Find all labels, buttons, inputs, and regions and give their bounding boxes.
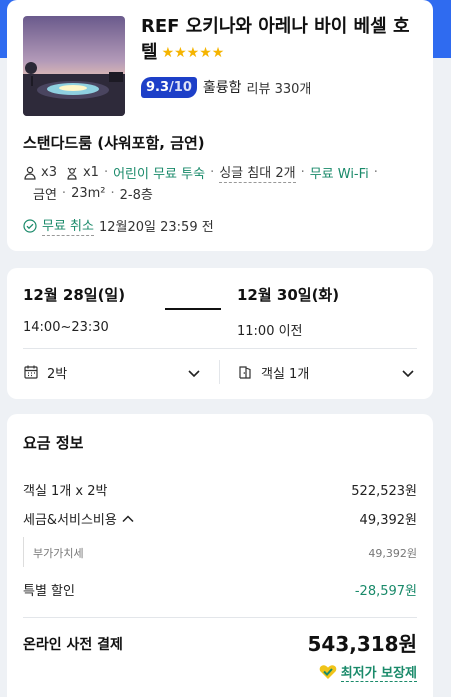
nights-chevron-down-icon[interactable]: [187, 365, 201, 379]
discount-label: 특별 할인: [23, 584, 75, 599]
check-circle-icon: [23, 218, 37, 233]
rating-row: 9.3/10 훌륭함 리뷰 330개: [141, 76, 311, 98]
room-features-line1: x3 x1 · 어린이 무료 투숙 · 싱글 침대 2개 · 무료 Wi-Fi …: [23, 162, 383, 183]
rating-grade: 훌륭함: [202, 80, 242, 96]
feature-size: 23m²: [71, 186, 106, 201]
nights-value: 2박: [47, 366, 68, 382]
room-price-label: 객실 1개 x 2박: [23, 484, 108, 499]
total-label: 온라인 사전 결제: [23, 637, 123, 653]
date-divider: [23, 348, 417, 349]
checkin-date: 12월 28일(일): [23, 286, 126, 304]
date-separator: [165, 308, 221, 310]
hotel-photo[interactable]: [23, 16, 125, 116]
room-features-line2: 금연 · 23m² · 2-8층: [33, 186, 153, 203]
rooms-chevron-down-icon[interactable]: [401, 365, 415, 379]
adult-count: x3: [41, 165, 57, 180]
discount-value: -28,597원: [354, 584, 417, 599]
checkin[interactable]: 12월 28일(일) 14:00~23:30: [23, 284, 125, 335]
price-info-card: 요금 정보 객실 1개 x 2박 522,523원 세금&서비스비용 49,39…: [7, 414, 433, 697]
feature-floors: 2-8층: [119, 188, 153, 203]
checkin-time: 14:00~23:30: [23, 320, 109, 335]
room-name: 스탠다드룸 (샤워포함, 금연): [23, 134, 205, 152]
heart-check-icon: [319, 664, 337, 680]
score-badge: 9.3/10: [141, 76, 197, 98]
room-price-row: 객실 1개 x 2박 522,523원: [23, 480, 417, 499]
feature-free-child: 어린이 무료 투숙: [113, 167, 206, 182]
stay-dates-card: 12월 28일(일) 14:00~23:30 12월 30일(화) 11:00 …: [7, 268, 433, 399]
price-divider: [23, 617, 417, 618]
total-value: 543,318원: [307, 632, 418, 656]
vat-label: 부가가치세: [33, 547, 84, 560]
free-cancel-row: 무료 취소 12월20일 23:59 전: [23, 215, 214, 236]
chevron-up-icon[interactable]: [121, 512, 135, 526]
child-icon: [65, 166, 79, 180]
calendar-icon: [23, 364, 39, 380]
score-value: 9.3: [146, 79, 170, 95]
star-rating-icon: ★★★★★: [161, 45, 225, 61]
checkout[interactable]: 12월 30일(화) 11:00 이전: [237, 284, 339, 339]
rooms-selector[interactable]: 객실 1개: [237, 360, 309, 384]
vat-row: 부가가치세 49,392원: [33, 545, 417, 561]
tax-label: 세금&서비스비용: [23, 513, 117, 528]
feature-beds[interactable]: 싱글 침대 2개: [219, 162, 296, 183]
door-icon: [237, 364, 253, 380]
nights-selector[interactable]: 2박: [23, 360, 67, 384]
feature-nonsmoking: 금연: [33, 188, 57, 203]
score-max: /10: [169, 79, 192, 95]
feature-wifi: 무료 Wi-Fi: [309, 167, 369, 182]
checkout-time: 11:00 이전: [237, 324, 303, 339]
free-cancel-link[interactable]: 무료 취소: [42, 215, 94, 236]
vat-value: 49,392원: [368, 547, 417, 560]
rooms-value: 객실 1개: [261, 366, 310, 382]
discount-row: 특별 할인 -28,597원: [23, 580, 417, 599]
tax-detail-line: [23, 537, 24, 567]
cancel-deadline: 12월20일 23:59 전: [98, 220, 214, 235]
room-price-value: 522,523원: [351, 484, 417, 499]
price-guarantee-link[interactable]: 최저가 보장제: [319, 662, 417, 682]
tax-row[interactable]: 세금&서비스비용 49,392원: [23, 509, 417, 528]
tax-value: 49,392원: [359, 513, 417, 528]
guarantee-label: 최저가 보장제: [340, 662, 417, 682]
child-count: x1: [82, 165, 99, 180]
adult-icon: [23, 166, 37, 180]
checkout-date: 12월 30일(화): [237, 286, 340, 304]
review-count[interactable]: 리뷰 330개: [247, 78, 312, 97]
hotel-summary-card: REF 오키나와 아레나 바이 베셀 호텔 ★★★★★ 9.3/10 훌륭함 리뷰…: [7, 0, 433, 251]
price-title: 요금 정보: [23, 434, 84, 452]
selector-divider: [219, 360, 220, 384]
hotel-name[interactable]: REF 오키나와 아레나 바이 베셀 호텔 ★★★★★: [141, 14, 411, 66]
